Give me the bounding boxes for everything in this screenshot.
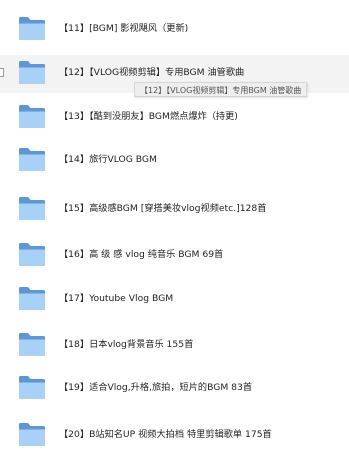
select-checkbox[interactable]	[0, 68, 4, 77]
folder-icon	[19, 197, 45, 220]
folder-name: 【13】【酷到没朋友】BGM燃点爆炸（持更)	[59, 111, 238, 122]
folder-item-5[interactable]: 【15】高级感BGM [穿搭美妆vlog视频etc.]128首	[0, 191, 349, 229]
folder-name: 【14】旅行VLOG BGM	[59, 154, 157, 165]
folder-name: 【20】B站知名UP 视频大拍档 特里剪辑歌单 175首	[59, 429, 272, 440]
folder-name: 【18】日本vlog背景音乐 155首	[59, 339, 194, 350]
folder-item-8[interactable]: 【18】日本vlog背景音乐 155首	[0, 327, 349, 365]
folder-item-6[interactable]: 【16】高 级 感 vlog 纯音乐 BGM 69首	[0, 237, 349, 275]
folder-item-1[interactable]: 【11】[BGM] 影视飓风（更新)	[0, 11, 349, 49]
folder-item-3[interactable]: 【13】【酷到没朋友】BGM燃点爆炸（持更)	[0, 99, 349, 137]
folder-icon	[19, 333, 45, 356]
folder-name: 【16】高 级 感 vlog 纯音乐 BGM 69首	[59, 249, 224, 260]
folder-icon	[19, 148, 45, 171]
folder-icon	[19, 376, 45, 399]
folder-icon	[19, 105, 45, 128]
folder-name: 【11】[BGM] 影视飓风（更新)	[59, 23, 189, 34]
folder-item-9[interactable]: 【19】适合Vlog,升格,旅拍，短片的BGM 83首	[0, 370, 349, 408]
folder-icon	[19, 287, 45, 310]
folder-icon	[19, 61, 45, 84]
tooltip: 【12】【VLOG视频剪辑】专用BGM 油管歌曲	[134, 82, 308, 97]
folder-name: 【12】【VLOG视频剪辑】专用BGM 油管歌曲	[59, 67, 245, 78]
folder-icon	[19, 17, 45, 40]
folder-item-10[interactable]: 【20】B站知名UP 视频大拍档 特里剪辑歌单 175首	[0, 417, 349, 455]
folder-icon	[19, 243, 45, 266]
folder-item-7[interactable]: 【17】Youtube Vlog BGM	[0, 281, 349, 319]
folder-icon	[19, 423, 45, 446]
folder-item-4[interactable]: 【14】旅行VLOG BGM	[0, 142, 349, 180]
folder-name: 【15】高级感BGM [穿搭美妆vlog视频etc.]128首	[59, 203, 267, 214]
folder-name: 【17】Youtube Vlog BGM	[59, 293, 174, 304]
folder-list: 【11】[BGM] 影视飓风（更新) 【12】【VLOG视频剪辑】专用BGM 油…	[0, 0, 349, 460]
folder-name: 【19】适合Vlog,升格,旅拍，短片的BGM 83首	[59, 382, 253, 393]
